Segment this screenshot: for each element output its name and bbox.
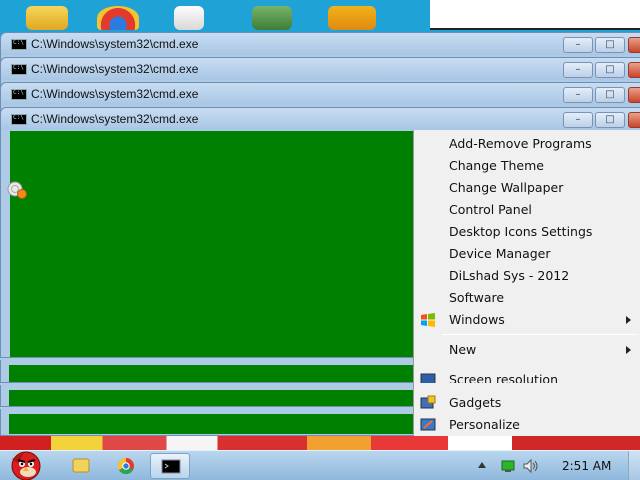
maximize-button[interactable]: □ (595, 87, 625, 103)
personalize-icon (420, 418, 436, 431)
network-icon[interactable] (500, 458, 516, 474)
titlebar[interactable]: C:\Windows\system32\cmd.exe – □ ✕ (1, 108, 640, 130)
menu-item-new[interactable]: New (414, 339, 640, 361)
maximize-button[interactable]: □ (595, 112, 625, 128)
menu-item-label: Personalize (449, 417, 520, 432)
taskbar-cmd-button[interactable] (150, 453, 190, 479)
taskbar-file-explorer-button[interactable] (60, 453, 100, 479)
submenu-arrow-icon (626, 346, 631, 354)
taskbar: 2:51 AM (0, 450, 640, 480)
file-explorer-icon (72, 458, 90, 473)
menu-item-change-wallpaper[interactable]: Change Wallpaper (414, 177, 640, 199)
menu-item-label: Software (449, 290, 505, 305)
cmd-icon (11, 114, 27, 125)
show-hidden-icons-icon[interactable] (478, 462, 486, 468)
cmd-icon (11, 39, 27, 50)
menu-separator (442, 334, 637, 335)
maximize-button[interactable]: □ (595, 62, 625, 78)
close-button[interactable]: ✕ (628, 37, 640, 53)
context-menu: Add-Remove Programs Change Theme Change … (413, 130, 640, 436)
menu-item-change-theme[interactable]: Change Theme (414, 155, 640, 177)
menu-item-label: New (449, 342, 477, 357)
wallpaper-decoration-bottom (0, 436, 640, 450)
menu-item-screen-resolution[interactable]: Screen resolution (414, 369, 640, 383)
screen-icon (420, 373, 436, 383)
menu-item-label: Add-Remove Programs (449, 136, 592, 151)
titlebar[interactable]: C:\Windows\system32\cmd.exe – □ ✕ (1, 83, 640, 105)
start-button-angry-bird-icon[interactable] (2, 445, 46, 480)
menu-item-label: Change Wallpaper (449, 180, 564, 195)
close-button[interactable]: ✕ (628, 62, 640, 78)
menu-item-label: Gadgets (449, 395, 502, 410)
window-title: C:\Windows\system32\cmd.exe (31, 62, 199, 76)
desktop-shortcut-folder-icon[interactable] (26, 6, 68, 30)
taskbar-clock[interactable]: 2:51 AM (562, 459, 611, 473)
gadgets-icon (420, 395, 436, 409)
menu-item-control-panel[interactable]: Control Panel (414, 199, 640, 221)
menu-item-software[interactable]: Software (414, 287, 640, 309)
menu-item-personalize[interactable]: Personalize (414, 414, 640, 436)
desktop-shortcut-chrome-icon[interactable] (97, 6, 139, 30)
close-button[interactable]: ✕ (628, 112, 640, 128)
menu-item-desktop-icons-settings[interactable]: Desktop Icons Settings (414, 221, 640, 243)
show-desktop-button[interactable] (628, 451, 640, 480)
menu-item-windows[interactable]: Windows (414, 309, 640, 331)
menu-item-label: Screen resolution (449, 372, 559, 383)
window-title: C:\Windows\system32\cmd.exe (31, 37, 199, 51)
menu-item-dilshad-sys[interactable]: DiLshad Sys - 2012 (414, 265, 640, 287)
desktop-shortcut-game-icon[interactable] (328, 6, 376, 30)
cmd-icon (11, 89, 27, 100)
wallpaper-decoration (430, 0, 640, 30)
volume-icon[interactable] (522, 458, 540, 474)
close-button[interactable]: ✕ (628, 87, 640, 103)
desktop-shortcut-solitaire-icon[interactable] (174, 6, 204, 30)
titlebar[interactable]: C:\Windows\system32\cmd.exe – □ ✕ (1, 33, 640, 55)
window-title: C:\Windows\system32\cmd.exe (31, 87, 199, 101)
minimize-button[interactable]: – (563, 112, 593, 128)
window-title: C:\Windows\system32\cmd.exe (31, 112, 199, 126)
chrome-icon (117, 457, 134, 475)
menu-item-add-remove-programs[interactable]: Add-Remove Programs (414, 133, 640, 155)
minimize-button[interactable]: – (563, 37, 593, 53)
maximize-button[interactable]: □ (595, 37, 625, 53)
cmd-icon (11, 64, 27, 75)
cmd-icon (161, 459, 181, 474)
titlebar[interactable]: C:\Windows\system32\cmd.exe – □ ✕ (1, 58, 640, 80)
minimize-button[interactable]: – (563, 62, 593, 78)
menu-item-device-manager[interactable]: Device Manager (414, 243, 640, 265)
minimize-button[interactable]: – (563, 87, 593, 103)
menu-item-gadgets[interactable]: Gadgets (414, 392, 640, 414)
windows-flag-icon (421, 313, 435, 327)
submenu-arrow-icon (626, 316, 631, 324)
menu-item-label: Change Theme (449, 158, 544, 173)
desktop-shortcut-shield-icon[interactable] (252, 6, 292, 30)
menu-item-label: Windows (449, 312, 505, 327)
snail-cursor-icon (7, 181, 27, 199)
menu-item-label: Desktop Icons Settings (449, 224, 593, 239)
menu-item-label: Device Manager (449, 246, 551, 261)
taskbar-chrome-button[interactable] (106, 453, 146, 479)
menu-item-label: Control Panel (449, 202, 532, 217)
menu-item-label: DiLshad Sys - 2012 (449, 268, 570, 283)
